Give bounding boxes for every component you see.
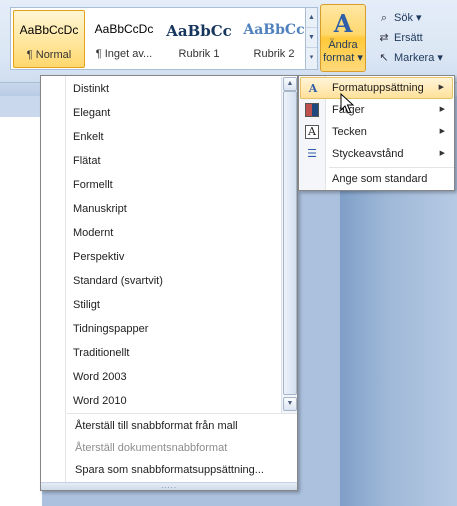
style-heading-1[interactable]: AaBbCc Rubrik 1 bbox=[163, 10, 235, 68]
find-label: Sök ▾ bbox=[394, 12, 422, 24]
menu-item-label: Styckeavstånd bbox=[332, 148, 404, 160]
gallery-scroll: ▲ ▼ ▾ bbox=[305, 8, 317, 69]
style-no-spacing[interactable]: AaBbCcDc ¶ Inget av... bbox=[88, 10, 160, 68]
reset-document-quick-styles-command: Återställ dokumentsnabbformat bbox=[75, 442, 228, 454]
ruler-area bbox=[0, 96, 42, 117]
colors-icon bbox=[304, 102, 320, 118]
style-set-item[interactable]: Elegant bbox=[41, 101, 281, 125]
quick-styles-gallery: AaBbCcDc ¶ Normal AaBbCcDc ¶ Inget av...… bbox=[10, 7, 318, 70]
replace-label: Ersätt bbox=[394, 32, 423, 44]
style-set-item[interactable]: Formellt bbox=[41, 173, 281, 197]
resize-grip[interactable]: ..... bbox=[41, 482, 297, 490]
select-arrow-icon: ↖ bbox=[379, 52, 389, 64]
style-name: ¶ Normal bbox=[26, 49, 72, 61]
menu-item-style-set[interactable]: A Formatuppsättning ▶ bbox=[300, 77, 453, 99]
document-background-right bbox=[340, 190, 457, 506]
style-set-item[interactable]: Traditionellt bbox=[41, 341, 281, 365]
change-styles-label-2: format ▾ bbox=[323, 52, 363, 64]
replace-button[interactable]: ⇄ Ersätt bbox=[376, 28, 454, 48]
change-styles-button[interactable]: A Ändra format ▾ bbox=[320, 4, 366, 72]
menu-item-label: Tecken bbox=[332, 126, 367, 138]
scroll-up-icon[interactable]: ▲ bbox=[283, 77, 297, 91]
style-set-item[interactable]: Word 2010 bbox=[41, 389, 281, 413]
style-set-item[interactable]: Flätat bbox=[41, 149, 281, 173]
style-name: Rubrik 1 bbox=[178, 48, 220, 60]
style-sample: AaBbCc bbox=[166, 22, 232, 40]
editing-group: ⌕ Sök ▾ ⇄ Ersätt ↖ Markera ▾ bbox=[376, 8, 454, 68]
mouse-cursor-icon bbox=[340, 92, 355, 114]
change-styles-icon: A bbox=[333, 9, 353, 38]
style-set-item[interactable]: Tidningspapper bbox=[41, 317, 281, 341]
reset-to-template-command[interactable]: Återställ till snabbformat från mall bbox=[41, 415, 297, 437]
dropdown-scrollbar[interactable]: ▲ ▼ bbox=[281, 77, 297, 413]
change-styles-label-1: Ändra bbox=[328, 39, 358, 51]
style-set-item[interactable]: Perspektiv bbox=[41, 245, 281, 269]
style-normal[interactable]: AaBbCcDc ¶ Normal bbox=[13, 10, 85, 68]
menu-item-set-as-default[interactable]: Ange som standard bbox=[300, 168, 453, 190]
style-sample: AaBbCcDc bbox=[94, 22, 154, 36]
document-page[interactable] bbox=[0, 117, 42, 506]
style-set-item[interactable]: Enkelt bbox=[41, 125, 281, 149]
gallery-more-icon[interactable]: ▾ bbox=[306, 48, 317, 68]
style-sample: AaBbCcDc bbox=[19, 23, 79, 37]
style-name: Rubrik 2 bbox=[253, 48, 295, 60]
menu-item-label: Ange som standard bbox=[332, 173, 428, 185]
find-button[interactable]: ⌕ Sök ▾ bbox=[376, 8, 454, 28]
style-name: ¶ Inget av... bbox=[95, 48, 153, 60]
menu-item-paragraph-spacing[interactable]: ☰ Styckeavstånd ▶ bbox=[300, 143, 453, 165]
menu-item-colors[interactable]: Färger ▶ bbox=[300, 99, 453, 121]
menu-separator bbox=[67, 413, 297, 414]
gallery-down-arrow-icon[interactable]: ▼ bbox=[306, 28, 317, 48]
style-set-item[interactable]: Stiligt bbox=[41, 293, 281, 317]
select-button[interactable]: ↖ Markera ▾ bbox=[376, 48, 454, 68]
submenu-arrow-icon: ▶ bbox=[439, 150, 445, 157]
submenu-arrow-icon: ▶ bbox=[439, 106, 445, 113]
style-set-item[interactable]: Modernt bbox=[41, 221, 281, 245]
paragraph-spacing-icon: ☰ bbox=[307, 148, 317, 160]
replace-icon: ⇄ bbox=[379, 32, 389, 44]
fonts-icon: A bbox=[304, 124, 320, 140]
gallery-up-arrow-icon[interactable]: ▲ bbox=[306, 8, 317, 28]
submenu-arrow-icon: ▶ bbox=[439, 128, 445, 135]
style-heading-2[interactable]: AaBbCc Rubrik 2 bbox=[238, 10, 310, 68]
style-set-item[interactable]: Standard (svartvit) bbox=[41, 269, 281, 293]
save-as-quick-style-set-command[interactable]: Spara som snabbformatsuppsättning... bbox=[41, 459, 297, 481]
binoculars-icon: ⌕ bbox=[380, 12, 388, 24]
menu-item-fonts[interactable]: A Tecken ▶ bbox=[300, 121, 453, 143]
style-set-dropdown: Distinkt Elegant Enkelt Flätat Formellt Manus… bbox=[40, 75, 298, 491]
style-sample: AaBbCc bbox=[243, 22, 305, 38]
style-set-item[interactable]: Distinkt bbox=[41, 77, 281, 101]
select-label: Markera ▾ bbox=[394, 52, 443, 64]
scroll-thumb[interactable] bbox=[283, 91, 297, 395]
scroll-down-icon[interactable]: ▼ bbox=[283, 397, 297, 411]
style-set-item[interactable]: Manuskript bbox=[41, 197, 281, 221]
style-set-item[interactable]: Word 2003 bbox=[41, 365, 281, 389]
style-set-list: Distinkt Elegant Enkelt Flätat Formellt Manus… bbox=[41, 76, 281, 412]
submenu-arrow-icon: ▶ bbox=[438, 84, 444, 91]
change-styles-menu: A Formatuppsättning ▶ Färger ▶ A Tecken … bbox=[298, 75, 455, 191]
style-set-icon: A bbox=[308, 82, 318, 95]
